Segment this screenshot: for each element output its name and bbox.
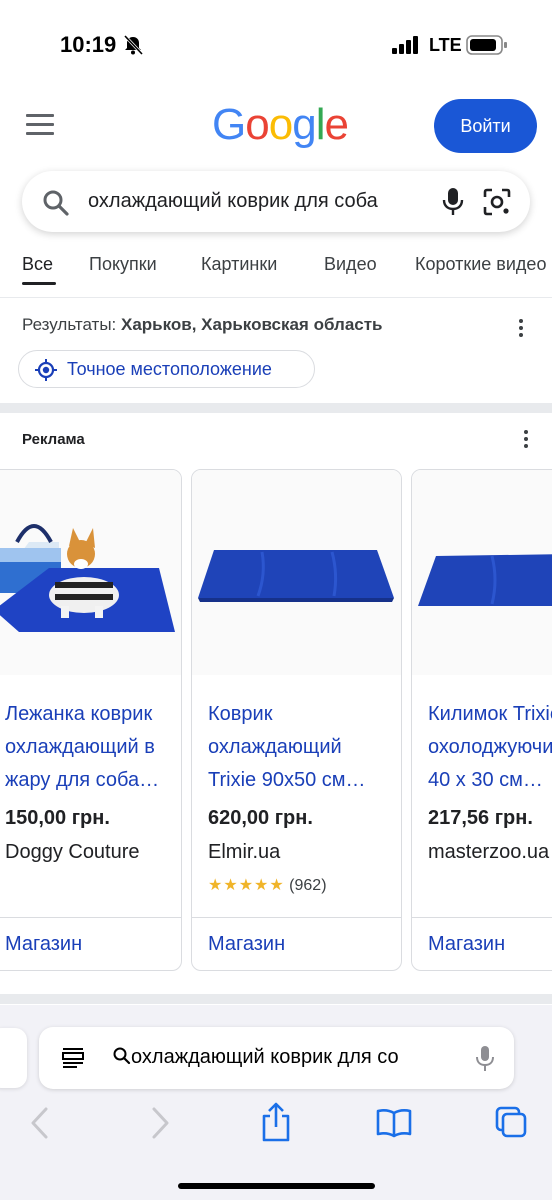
previous-tab-preview[interactable]	[0, 1028, 27, 1088]
product-title-line: 40 x 30 см…	[428, 769, 543, 791]
product-title[interactable]: Коврик охлаждающий Trixie 90x50 см…	[208, 698, 366, 797]
tab-images[interactable]: Картинки	[201, 254, 277, 275]
product-title-line: Килимок Trixie	[428, 703, 552, 725]
product-card[interactable]: Килимок Trixie охолоджуючий 40 x 30 см… …	[411, 469, 552, 971]
product-title-line: охлаждающий в	[5, 736, 155, 758]
shop-button-label: Магазин	[428, 933, 506, 955]
location-place: Харьков, Харьковская область	[120, 315, 383, 334]
shop-button[interactable]: Магазин	[412, 917, 552, 970]
location-more-icon[interactable]	[519, 319, 523, 340]
product-image-cooling-mat	[412, 470, 552, 675]
location-info: Результаты: Харьков, Харьковская область	[22, 315, 383, 335]
section-divider	[0, 994, 552, 1004]
battery-icon	[466, 35, 507, 55]
product-title-line: охлаждающий	[208, 736, 342, 758]
product-title-line: жару для соба…	[5, 769, 160, 791]
address-bar[interactable]: охлаждающий коврик для со	[39, 1027, 514, 1089]
product-seller: masterzoo.ua	[428, 841, 550, 863]
section-divider	[0, 403, 552, 413]
search-icon	[113, 1047, 131, 1065]
tab-videos[interactable]: Видео	[324, 254, 377, 275]
ads-label: Реклама	[22, 431, 85, 448]
rating-count: (962)	[289, 877, 327, 894]
product-title-line: Trixie 90x50 см…	[208, 769, 366, 791]
active-tab-indicator	[22, 282, 56, 285]
product-title-line: Коврик	[208, 703, 273, 725]
home-indicator[interactable]	[178, 1183, 375, 1189]
product-title[interactable]: Лежанка коврик охлаждающий в жару для со…	[5, 698, 159, 797]
shop-button-label: Магазин	[208, 933, 286, 955]
location-target-icon	[35, 359, 57, 381]
location-prefix: Результаты:	[22, 315, 121, 334]
tab-all[interactable]: Все	[22, 254, 53, 275]
product-rating: ★★★★★ (962)	[208, 875, 327, 895]
menu-icon[interactable]	[26, 114, 56, 138]
address-query[interactable]: охлаждающий коврик для со	[113, 1046, 453, 1069]
product-price: 620,00 грн.	[208, 807, 313, 829]
tab-shopping[interactable]: Покупки	[89, 254, 157, 275]
rating-stars: ★★★★★	[208, 877, 285, 894]
shop-button[interactable]: Магазин	[192, 917, 401, 970]
bell-slash-icon	[123, 34, 144, 56]
product-card[interactable]: Лежанка коврик охлаждающий в жару для со…	[0, 469, 182, 971]
product-seller: Elmir.ua	[208, 841, 281, 863]
search-input[interactable]: охлаждающий коврик для соба	[88, 190, 420, 216]
camera-lens-icon[interactable]	[482, 187, 512, 217]
mic-icon[interactable]	[475, 1045, 495, 1073]
product-image-cooling-mat	[192, 470, 401, 675]
product-image[interactable]	[412, 470, 552, 675]
google-logo-text: Google	[212, 100, 349, 149]
status-time: 10:19	[60, 32, 117, 57]
search-tabs: Все Покупки Картинки Видео Короткие виде…	[0, 248, 552, 298]
google-logo[interactable]: Google	[212, 100, 349, 150]
product-title-line: охолоджуючий	[428, 736, 552, 758]
product-price: 150,00 грн.	[5, 807, 110, 829]
product-card[interactable]: Коврик охлаждающий Trixie 90x50 см… 620,…	[191, 469, 402, 971]
bookmarks-icon[interactable]	[376, 1108, 412, 1138]
search-box[interactable]: охлаждающий коврик для соба	[22, 171, 530, 232]
product-seller: Doggy Couture	[5, 841, 140, 863]
product-price: 217,56 грн.	[428, 807, 533, 829]
shop-button-label: Магазин	[5, 933, 83, 955]
precise-location-button[interactable]: Точное местоположение	[18, 350, 315, 388]
search-icon[interactable]	[42, 189, 70, 217]
address-query-text: охлаждающий коврик для со	[131, 1046, 399, 1068]
tab-short-videos[interactable]: Короткие видео	[415, 254, 546, 275]
product-image[interactable]	[192, 470, 401, 675]
tabs-icon[interactable]	[495, 1106, 527, 1138]
network-label: LTE	[429, 35, 462, 55]
share-icon[interactable]	[261, 1102, 291, 1142]
forward-icon[interactable]	[150, 1106, 170, 1140]
mic-icon[interactable]	[442, 187, 464, 217]
ads-more-icon[interactable]	[524, 430, 528, 451]
product-title-line: Лежанка коврик	[5, 703, 153, 725]
reader-mode-icon[interactable]	[61, 1047, 85, 1069]
product-image-dog-mat	[0, 470, 181, 675]
shop-button[interactable]: Магазин	[0, 917, 181, 970]
signin-button[interactable]: Войти	[434, 99, 537, 153]
product-image[interactable]	[0, 470, 181, 675]
back-icon[interactable]	[30, 1106, 50, 1140]
precise-location-label: Точное местоположение	[67, 359, 272, 379]
signal-icon	[392, 36, 418, 54]
product-title[interactable]: Килимок Trixie охолоджуючий 40 x 30 см…	[428, 698, 552, 797]
status-bar: 10:19 LTE	[0, 0, 552, 90]
